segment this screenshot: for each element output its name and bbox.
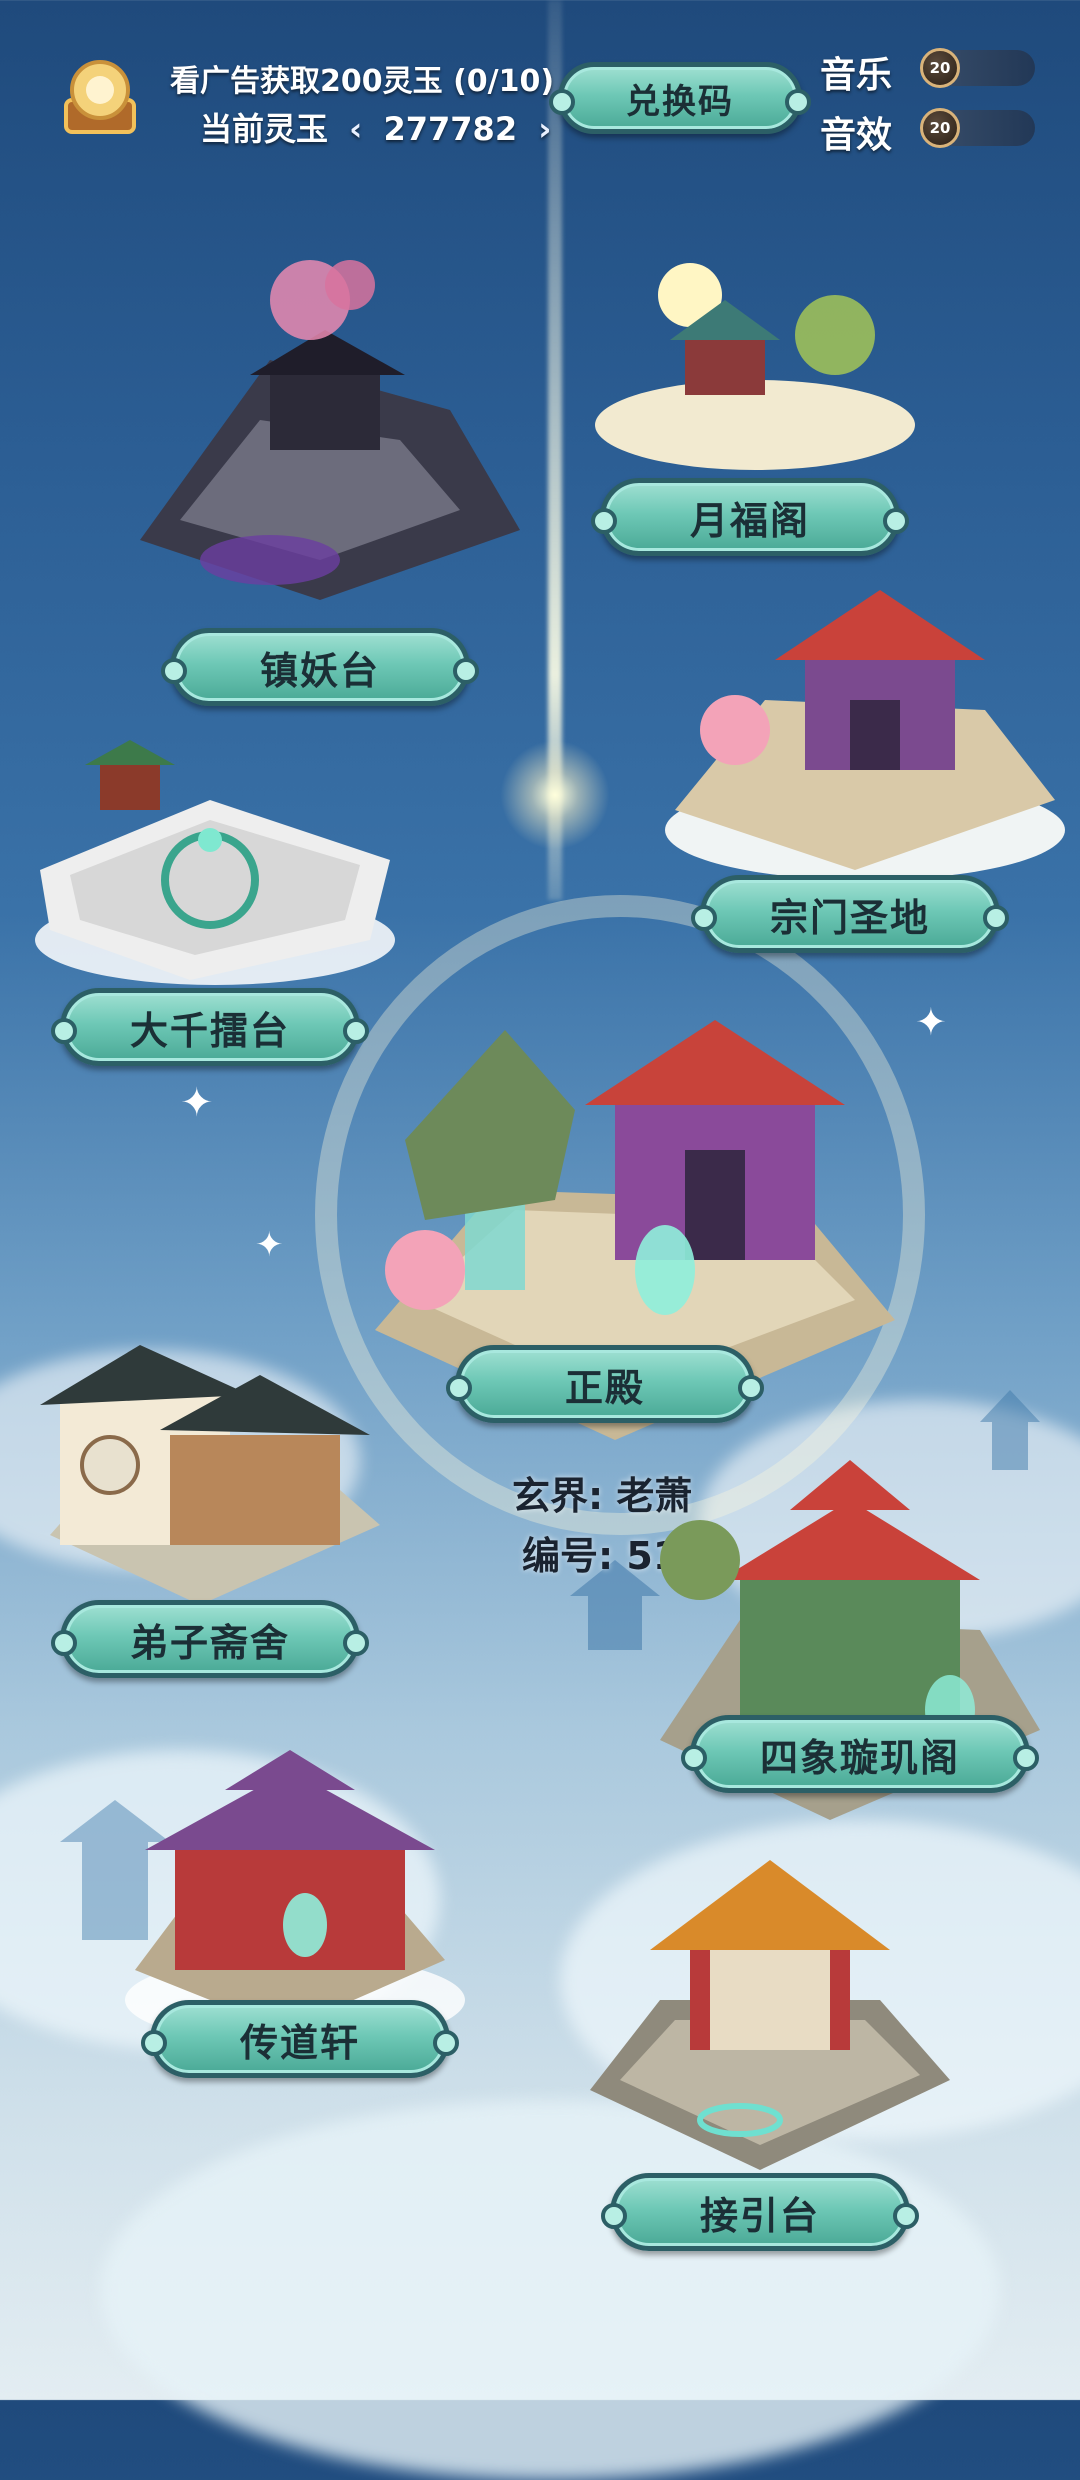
redeem-code-button[interactable]: 兑换码: [549, 62, 811, 134]
sfx-label: 音效: [820, 115, 893, 156]
moon-blessing-pavilion-art: [595, 263, 915, 470]
jade-treasure-icon: [64, 60, 136, 134]
chuandao-button[interactable]: 传道轩: [141, 2000, 459, 2078]
jade-value: 277782: [383, 110, 518, 148]
sparkle-icon: ✦: [255, 1225, 284, 1265]
chevron-left-icon: ‹: [349, 110, 363, 148]
arena-art: [35, 740, 395, 985]
star-glow-icon: [500, 740, 610, 850]
zongmen-button[interactable]: 宗门圣地: [691, 875, 1009, 953]
sparkle-icon: ✦: [915, 1000, 947, 1044]
disciple-dormitory-art: [40, 1345, 380, 1605]
sixiang-button[interactable]: 四象璇玑阁: [681, 1715, 1039, 1793]
chevron-right-icon: ›: [538, 110, 552, 148]
jade-label: 当前灵玉: [200, 110, 329, 148]
dizi-button[interactable]: 弟子斋舍: [51, 1600, 369, 1678]
zhenyao-button[interactable]: 镇妖台: [161, 628, 479, 706]
ad-reward-text[interactable]: 看广告获取200灵玉 (0/10): [170, 56, 554, 100]
sparkle-icon: ✦: [180, 1080, 214, 1126]
sect-holy-land-art: [665, 590, 1065, 880]
music-slider-knob[interactable]: 20: [920, 48, 960, 88]
zhengdian-button[interactable]: 正殿: [446, 1345, 764, 1423]
daqian-button[interactable]: 大千擂台: [51, 988, 369, 1066]
demon-suppression-platform-art: [140, 260, 520, 600]
jieyin-button[interactable]: 接引台: [601, 2173, 919, 2251]
jade-balance: 当前灵玉 ‹ 277782 ›: [200, 104, 561, 150]
sfx-slider-knob[interactable]: 20: [920, 108, 960, 148]
music-label: 音乐: [820, 55, 893, 96]
yuefu-button[interactable]: 月福阁: [591, 478, 909, 556]
reception-platform-art: [590, 1860, 950, 2170]
